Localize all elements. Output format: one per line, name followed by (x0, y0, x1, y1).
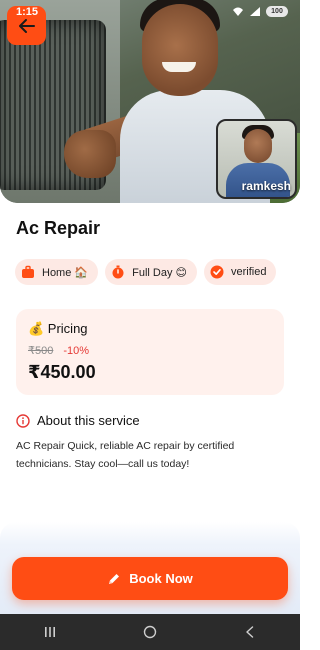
chip-location: Home 🏠 (15, 259, 99, 285)
chip-duration-label: Full Day 😊 (132, 266, 187, 279)
home-circle-icon (143, 625, 157, 639)
arrow-left-icon (18, 18, 35, 33)
back-nav-button[interactable] (230, 618, 270, 646)
worker-name: ramkesh (241, 179, 291, 193)
pricing-heading: 💰 Pricing (28, 321, 88, 336)
verified-badge-icon (210, 265, 224, 279)
old-price: ₹500 (28, 345, 54, 357)
chevron-left-icon (246, 626, 254, 638)
pricing-card: 💰 Pricing ₹500 -10% ₹450.00 (16, 309, 284, 395)
info-icon (16, 413, 30, 428)
recents-icon (45, 627, 55, 637)
chip-verified: verified (203, 259, 277, 285)
service-tags: Home 🏠 Full Day 😊 verified (15, 259, 277, 285)
about-heading-label: About this service (37, 413, 140, 428)
chip-duration: Full Day 😊 (105, 259, 197, 285)
chip-verified-label: verified (230, 266, 267, 278)
about-description: AC Repair Quick, reliable AC repair by c… (16, 440, 235, 470)
book-now-button[interactable]: Book Now (12, 557, 288, 600)
chip-location-label: Home 🏠 (42, 266, 89, 279)
briefcase-icon (21, 265, 35, 279)
pencil-icon (109, 573, 120, 584)
final-price: ₹450.00 (28, 362, 96, 382)
home-button[interactable] (130, 618, 170, 646)
technician-hand (64, 130, 116, 178)
price-row: ₹500 -10% (28, 344, 272, 358)
worker-avatar[interactable]: ramkesh (216, 119, 297, 199)
back-button[interactable] (7, 6, 46, 45)
discount-badge: -10% (63, 344, 90, 357)
timer-icon (111, 265, 125, 279)
book-now-label: Book Now (129, 571, 193, 586)
about-heading: About this service (16, 413, 140, 428)
recents-button[interactable] (30, 618, 70, 646)
service-title: Ac Repair (16, 218, 101, 238)
system-nav-bar (0, 614, 300, 650)
